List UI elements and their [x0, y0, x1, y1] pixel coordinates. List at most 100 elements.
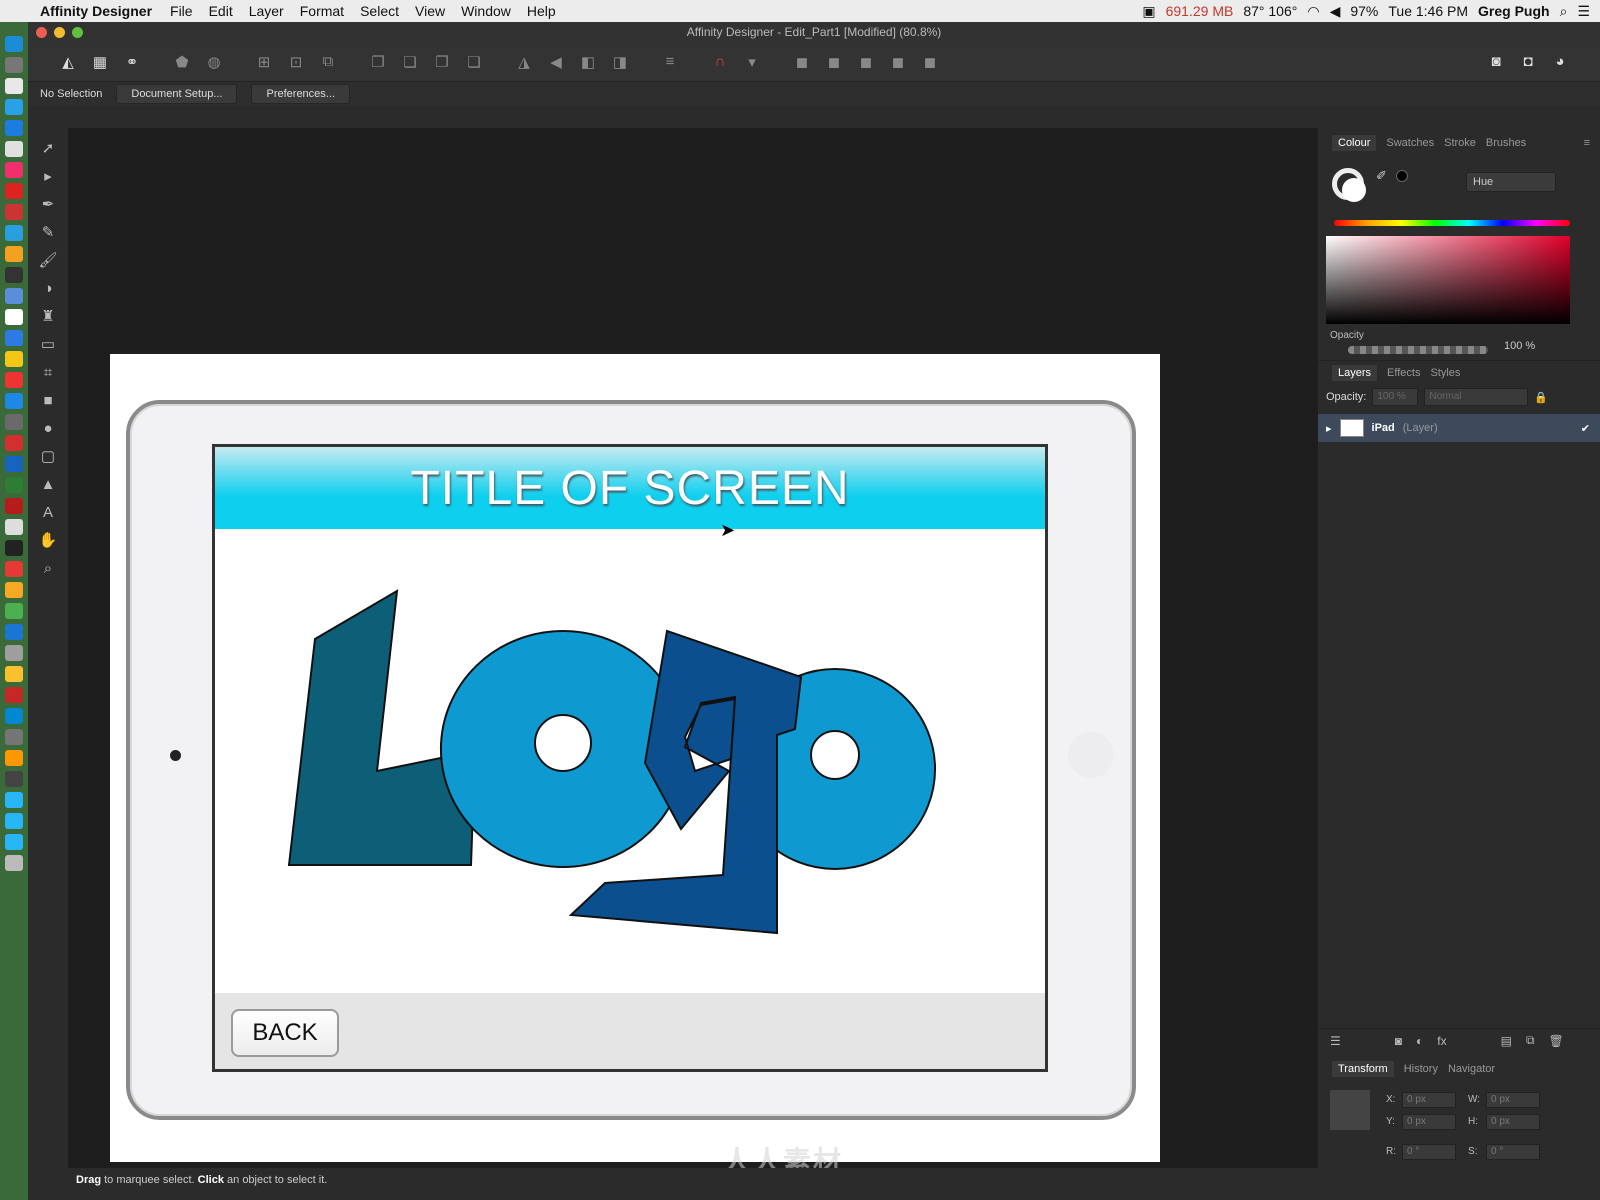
export-persona-icon[interactable]: ⚭	[118, 49, 146, 75]
place-image-icon[interactable]: ▭	[37, 334, 59, 354]
opacity-slider[interactable]	[1348, 346, 1488, 354]
notification-center-icon[interactable]: ☰	[1577, 3, 1590, 20]
clock[interactable]: Tue 1:46 PM	[1388, 3, 1468, 19]
blend-mode-select[interactable]: Normal	[1424, 388, 1529, 406]
dock-app-icon[interactable]	[5, 687, 23, 703]
dock-app-icon[interactable]	[5, 666, 23, 682]
eyedropper-icon[interactable]: ✐	[1376, 168, 1387, 184]
insert-top-icon[interactable]: ◘	[1514, 49, 1542, 75]
tab-history[interactable]: History	[1404, 1063, 1438, 1075]
adjustment-icon[interactable]: ◐	[1416, 1034, 1423, 1048]
volume-icon[interactable]: ◀	[1330, 3, 1341, 20]
back-button[interactable]: BACK	[231, 1009, 339, 1057]
layer-row[interactable]: ▸ iPad (Layer) ✔	[1318, 414, 1600, 442]
fill-color-well[interactable]	[1342, 178, 1366, 202]
dock-app-icon[interactable]	[5, 456, 23, 472]
crop-tool-icon[interactable]: ⌗	[37, 362, 59, 382]
screen-footer[interactable]: BACK	[215, 993, 1045, 1069]
dock-app-icon[interactable]	[5, 729, 23, 745]
artboard[interactable]: TITLE OF SCREEN BACK	[110, 354, 1160, 1162]
tab-swatches[interactable]: Swatches	[1386, 137, 1434, 149]
dock-app-icon[interactable]	[5, 477, 23, 493]
dock-app-icon[interactable]	[5, 540, 23, 556]
rectangle-tool-icon[interactable]: ■	[37, 390, 59, 410]
memory-readout[interactable]: 691.29 MB	[1166, 3, 1234, 19]
dock-app-icon[interactable]	[5, 561, 23, 577]
dock-app-icon[interactable]	[5, 351, 23, 367]
move-back-one-icon[interactable]: ❏	[396, 49, 424, 75]
dock-app-icon[interactable]	[5, 393, 23, 409]
brush-tool-icon[interactable]: 🖌	[37, 250, 59, 270]
add-icon[interactable]: ◼	[788, 49, 816, 75]
hue-slider[interactable]	[1334, 220, 1570, 226]
dock-app-icon[interactable]	[5, 204, 23, 220]
tab-stroke[interactable]: Stroke	[1444, 137, 1476, 149]
delete-icon[interactable]: 🗑	[1549, 1034, 1564, 1048]
pen-tool-icon[interactable]: ✒	[37, 194, 59, 214]
dock-app-icon[interactable]	[5, 309, 23, 325]
dock-app-icon[interactable]	[5, 246, 23, 262]
menu-window[interactable]: Window	[461, 3, 511, 19]
dock-app-icon[interactable]	[5, 624, 23, 640]
y-input[interactable]: 0 px	[1402, 1114, 1456, 1130]
triangle-tool-icon[interactable]: ▲	[37, 474, 59, 494]
menu-file[interactable]: File	[170, 3, 193, 19]
dock-app-icon[interactable]	[5, 141, 23, 157]
opacity-value[interactable]: 100 %	[1504, 340, 1535, 352]
trash-icon[interactable]	[5, 855, 23, 871]
zoom-icon[interactable]	[72, 27, 83, 38]
dock-app-icon[interactable]	[5, 750, 23, 766]
snapping-magnet-icon[interactable]: ∩	[706, 49, 734, 75]
dock-app-icon[interactable]	[5, 414, 23, 430]
text-tool-icon[interactable]: A	[37, 502, 59, 522]
dock-app-icon[interactable]	[5, 330, 23, 346]
tab-colour[interactable]: Colour	[1332, 135, 1377, 151]
designer-persona-icon[interactable]: ◭	[54, 49, 82, 75]
screen-title[interactable]: TITLE OF SCREEN	[410, 461, 849, 516]
dock-app-icon[interactable]	[5, 225, 23, 241]
dock-app-icon[interactable]	[5, 603, 23, 619]
camera-icon[interactable]: ▣	[1142, 3, 1155, 20]
menu-select[interactable]: Select	[360, 3, 399, 19]
snapping-icon[interactable]: ◍	[200, 49, 228, 75]
shear-input[interactable]: 0 °	[1486, 1144, 1540, 1160]
wifi-icon[interactable]: ◠	[1307, 3, 1319, 20]
rotate-right-icon[interactable]: ◨	[606, 49, 634, 75]
canvas[interactable]: TITLE OF SCREEN BACK ➤ 人人素材	[68, 128, 1318, 1168]
ipad-screen[interactable]: TITLE OF SCREEN BACK	[212, 444, 1048, 1072]
dock-app-icon[interactable]	[5, 288, 23, 304]
tab-effects[interactable]: Effects	[1387, 367, 1420, 379]
fill-tool-icon[interactable]: ◑	[37, 278, 59, 298]
menu-format[interactable]: Format	[300, 3, 344, 19]
menu-view[interactable]: View	[415, 3, 445, 19]
dock-app-icon[interactable]	[5, 792, 23, 808]
h-input[interactable]: 0 px	[1486, 1114, 1540, 1130]
temperature-readout[interactable]: 87° 106°	[1243, 3, 1297, 19]
tab-navigator[interactable]: Navigator	[1448, 1063, 1495, 1075]
dock-app-icon[interactable]	[5, 372, 23, 388]
dock-app-icon[interactable]	[5, 771, 23, 787]
add-mask-icon[interactable]: ◙	[1395, 1034, 1402, 1048]
insert-inside-icon[interactable]: ◕	[1546, 49, 1574, 75]
move-tool-icon[interactable]: ➚	[37, 138, 59, 158]
add-layer-icon[interactable]: ▤	[1501, 1034, 1512, 1048]
close-icon[interactable]	[36, 27, 47, 38]
preferences-button[interactable]: Preferences...	[251, 84, 350, 104]
intersect-icon[interactable]: ◼	[852, 49, 880, 75]
move-back-icon[interactable]: ❐	[364, 49, 392, 75]
subtract-icon[interactable]: ◼	[820, 49, 848, 75]
visibility-check-icon[interactable]: ✔	[1581, 422, 1590, 435]
tab-transform[interactable]: Transform	[1332, 1061, 1394, 1077]
dock-app-icon[interactable]	[5, 36, 23, 52]
spotlight-search-icon[interactable]: ⌕	[1560, 3, 1568, 20]
colour-mode-select[interactable]: Hue	[1466, 172, 1556, 192]
document-setup-button[interactable]: Document Setup...	[116, 84, 238, 104]
align-icon[interactable]: ≡	[656, 49, 684, 75]
layer-opacity-input[interactable]: 100 %	[1372, 388, 1419, 406]
dock-app-icon[interactable]	[5, 708, 23, 724]
transform-icon[interactable]: ⊞	[250, 49, 278, 75]
duplicate-icon[interactable]: ⧉	[1526, 1033, 1535, 1048]
ellipse-tool-icon[interactable]: ●	[37, 418, 59, 438]
w-input[interactable]: 0 px	[1486, 1092, 1540, 1108]
assistant-icon[interactable]: ⬟	[168, 49, 196, 75]
